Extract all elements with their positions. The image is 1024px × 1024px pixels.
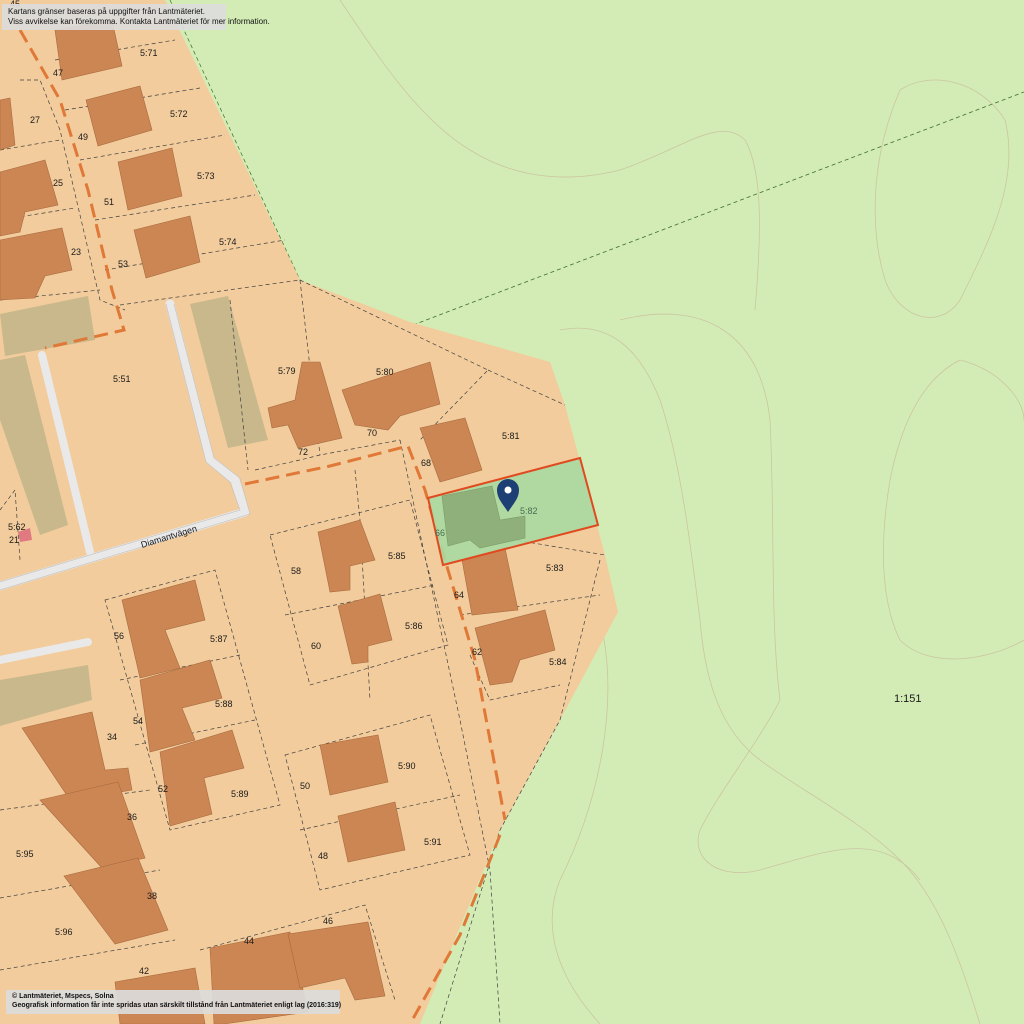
address-21: 21: [9, 535, 19, 545]
label-5-85: 5:85: [388, 551, 406, 561]
address-51: 51: [104, 197, 114, 207]
label-5-86: 5:86: [405, 621, 423, 631]
label-5-96: 5:96: [55, 927, 73, 937]
copyright-notice: © Lantmäteriet, Mspecs, Solna Geografisk…: [6, 990, 342, 1014]
address-47: 47: [53, 68, 63, 78]
address-52: 52: [158, 784, 168, 794]
label-5-87: 5:87: [210, 634, 228, 644]
selected-property-number: 66: [435, 528, 445, 538]
boundary-disclaimer: Kartans gränser baseras på uppgifter frå…: [2, 4, 270, 30]
address-34: 34: [107, 732, 117, 742]
address-42: 42: [139, 966, 149, 976]
label-5-72: 5:72: [170, 109, 188, 119]
label-5-89: 5:89: [231, 789, 249, 799]
address-70: 70: [367, 428, 377, 438]
address-23: 23: [71, 247, 81, 257]
label-5-91: 5:91: [424, 837, 442, 847]
address-53: 53: [118, 259, 128, 269]
address-56: 56: [114, 631, 124, 641]
label-5-83: 5:83: [546, 563, 564, 573]
address-49: 49: [78, 132, 88, 142]
address-72: 72: [298, 447, 308, 457]
label-5-74: 5:74: [219, 237, 237, 247]
label-5-88: 5:88: [215, 699, 233, 709]
address-46: 46: [323, 916, 333, 926]
address-60: 60: [311, 641, 321, 651]
copyright-line1: © Lantmäteriet, Mspecs, Solna: [12, 993, 114, 1000]
copyright-line2: Geografisk information får inte spridas …: [12, 1001, 342, 1009]
address-54: 54: [133, 716, 143, 726]
boundary-disclaimer-line1: Kartans gränser baseras på uppgifter frå…: [8, 7, 205, 16]
address-64: 64: [454, 590, 464, 600]
boundary-disclaimer-line2: Viss avvikelse kan förekomma. Kontakta L…: [8, 17, 270, 26]
label-5-62: 5:62: [8, 522, 26, 532]
selected-property-label: 5:82: [520, 506, 538, 516]
label-5-51: 5:51: [113, 374, 131, 384]
address-50: 50: [300, 781, 310, 791]
address-48: 48: [318, 851, 328, 861]
label-5-73: 5:73: [197, 171, 215, 181]
label-5-79: 5:79: [278, 366, 296, 376]
address-36: 36: [127, 812, 137, 822]
label-5-80: 5:80: [376, 367, 394, 377]
map-canvas[interactable]: 5:71 5:72 5:73 5:74 5:51 5:79 5:80 5:81 …: [0, 0, 1024, 1024]
label-5-81: 5:81: [502, 431, 520, 441]
address-38: 38: [147, 891, 157, 901]
label-5-71: 5:71: [140, 48, 158, 58]
address-27: 27: [30, 115, 40, 125]
address-62: 62: [472, 647, 482, 657]
address-58: 58: [291, 566, 301, 576]
address-44: 44: [244, 936, 254, 946]
label-5-84: 5:84: [549, 657, 567, 667]
map-view[interactable]: 5:71 5:72 5:73 5:74 5:51 5:79 5:80 5:81 …: [0, 0, 1024, 1024]
address-25: 25: [53, 178, 63, 188]
address-68: 68: [421, 458, 431, 468]
scale-label: 1:151: [894, 693, 922, 705]
label-5-90: 5:90: [398, 761, 416, 771]
label-5-95: 5:95: [16, 849, 34, 859]
